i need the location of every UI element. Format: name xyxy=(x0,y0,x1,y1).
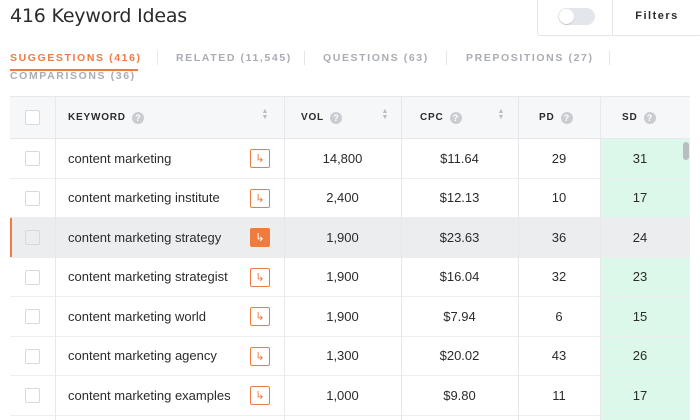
vertical-scrollbar[interactable] xyxy=(683,142,689,160)
open-arrow-icon[interactable]: ↳ xyxy=(250,386,270,405)
open-arrow-icon[interactable]: ↳ xyxy=(250,346,270,366)
keyword-cell[interactable]: content marketing institute xyxy=(68,179,220,218)
sd-cell: 15 xyxy=(632,308,648,324)
tab-separator xyxy=(304,51,305,65)
question-mark-icon[interactable]: ? xyxy=(131,111,144,124)
table-row[interactable]: content marketing ↳ 14,800 $11.64 29 31 xyxy=(10,139,690,179)
page-title: 416 Keyword Ideas xyxy=(10,5,187,27)
sd-header-label: SD xyxy=(622,112,638,123)
open-arrow-icon[interactable]: ↳ xyxy=(250,228,270,247)
row-highlight-bar xyxy=(10,218,12,257)
open-arrow-icon[interactable]: ↳ xyxy=(250,267,270,287)
row-checkbox[interactable] xyxy=(25,151,40,166)
filters-button[interactable]: Filters xyxy=(613,10,700,22)
column-header-sd[interactable]: SD ? xyxy=(622,97,656,138)
cpc-cell: $9.80 xyxy=(443,387,476,403)
keyword-cell[interactable]: content marketing xyxy=(68,139,171,178)
row-checkbox[interactable] xyxy=(25,269,40,285)
sort-arrows-icon[interactable]: ▲ ▼ xyxy=(381,108,389,123)
question-mark-icon[interactable]: ? xyxy=(560,111,573,124)
table-row[interactable]: content marketing world ↳ 1,900 $7.94 6 … xyxy=(10,297,690,337)
pd-cell: 36 xyxy=(551,229,567,245)
row-checkbox[interactable] xyxy=(25,348,40,364)
row-checkbox[interactable] xyxy=(25,230,40,245)
sd-cell: 24 xyxy=(632,229,648,245)
keyword-cell[interactable]: content marketing strategy xyxy=(68,218,221,257)
question-mark-icon[interactable]: ? xyxy=(329,111,342,124)
keyword-table: KEYWORD ? ▲ ▼ VOL ? ▲ ▼ CPC ? ▲ ▼ PD ? SD ?… xyxy=(10,96,690,420)
vol-cell: 1,000 xyxy=(326,387,359,403)
tab-comparisons[interactable]: COMPARISONS (36) xyxy=(10,70,136,82)
sd-cell: 23 xyxy=(632,269,648,285)
sd-cell: 17 xyxy=(632,190,648,206)
table-row[interactable]: content marketing examples ↳ 1,000 $9.80… xyxy=(10,376,690,416)
tab-separator xyxy=(446,51,447,65)
toggle-knob xyxy=(559,9,574,24)
pd-cell: 11 xyxy=(552,387,566,403)
column-header-keyword[interactable]: KEYWORD ? xyxy=(68,97,144,138)
sort-arrows-icon[interactable]: ▲ ▼ xyxy=(497,108,505,123)
pd-cell: 29 xyxy=(551,150,567,166)
tab-separator xyxy=(157,51,158,65)
keyword-header-label: KEYWORD xyxy=(68,112,126,123)
cpc-cell: $16.04 xyxy=(439,269,480,285)
tab-prepositions[interactable]: PREPOSITIONS (27) xyxy=(466,52,594,64)
vol-cell: 1,900 xyxy=(326,308,359,324)
row-checkbox[interactable] xyxy=(25,190,40,206)
pd-cell: 10 xyxy=(551,190,567,206)
vol-cell: 1,300 xyxy=(326,348,359,364)
pd-cell: 43 xyxy=(551,348,567,364)
pd-header-label: PD xyxy=(539,112,555,123)
cpc-cell: $20.02 xyxy=(439,348,480,364)
table-header: KEYWORD ? ▲ ▼ VOL ? ▲ ▼ CPC ? ▲ ▼ PD ? SD ? xyxy=(10,96,690,139)
column-divider xyxy=(284,96,285,420)
question-mark-icon[interactable]: ? xyxy=(449,111,462,124)
question-mark-icon[interactable]: ? xyxy=(643,111,656,124)
tab-separator xyxy=(609,51,610,65)
vol-cell: 2,400 xyxy=(326,190,359,206)
table-row[interactable]: content marketing strategist ↳ 1,900 $16… xyxy=(10,258,690,297)
sort-arrows-icon[interactable]: ▲ ▼ xyxy=(261,108,269,123)
row-checkbox[interactable] xyxy=(25,388,40,403)
sd-cell: 26 xyxy=(632,348,648,364)
column-divider xyxy=(401,96,402,420)
select-all-checkbox[interactable] xyxy=(25,110,40,125)
cpc-cell: $23.63 xyxy=(439,229,480,245)
vol-header-label: VOL xyxy=(301,112,324,123)
column-divider xyxy=(600,96,601,420)
row-checkbox[interactable] xyxy=(25,309,40,324)
column-divider xyxy=(518,96,519,420)
vol-cell: 1,900 xyxy=(326,269,359,285)
keyword-cell[interactable]: content marketing world xyxy=(68,297,206,336)
open-arrow-icon[interactable]: ↳ xyxy=(250,149,270,168)
keyword-cell[interactable]: content marketing strategist xyxy=(68,258,228,297)
open-arrow-icon[interactable]: ↳ xyxy=(250,307,270,326)
tab-suggestions[interactable]: SUGGESTIONS (416) xyxy=(10,52,142,64)
table-row[interactable]: content marketing institute ↳ 2,400 $12.… xyxy=(10,179,690,218)
keyword-cell[interactable]: content marketing examples xyxy=(68,376,231,415)
sd-cell: 31 xyxy=(632,150,648,166)
table-row-highlighted[interactable]: content marketing strategy ↳ 1,900 $23.6… xyxy=(10,218,690,258)
column-divider xyxy=(55,96,56,420)
cpc-cell: $11.64 xyxy=(440,150,479,166)
tab-questions[interactable]: QUESTIONS (63) xyxy=(323,52,429,64)
pd-cell: 32 xyxy=(551,269,567,285)
open-arrow-icon[interactable]: ↳ xyxy=(250,188,270,208)
cpc-cell: $7.94 xyxy=(443,308,476,324)
column-header-vol[interactable]: VOL ? xyxy=(301,97,342,138)
cpc-cell: $12.13 xyxy=(439,190,480,206)
column-header-cpc[interactable]: CPC ? xyxy=(420,97,462,138)
sd-cell: 17 xyxy=(632,387,648,403)
view-toggle[interactable] xyxy=(558,8,595,25)
vol-cell: 1,900 xyxy=(326,229,359,245)
keyword-cell[interactable]: content marketing agency xyxy=(68,337,217,376)
cpc-header-label: CPC xyxy=(420,112,444,123)
column-header-pd[interactable]: PD ? xyxy=(539,97,573,138)
table-row[interactable]: content marketing agency ↳ 1,300 $20.02 … xyxy=(10,337,690,376)
pd-cell: 6 xyxy=(555,308,563,324)
tab-related[interactable]: RELATED (11,545) xyxy=(176,52,292,64)
vol-cell: 14,800 xyxy=(322,150,363,166)
